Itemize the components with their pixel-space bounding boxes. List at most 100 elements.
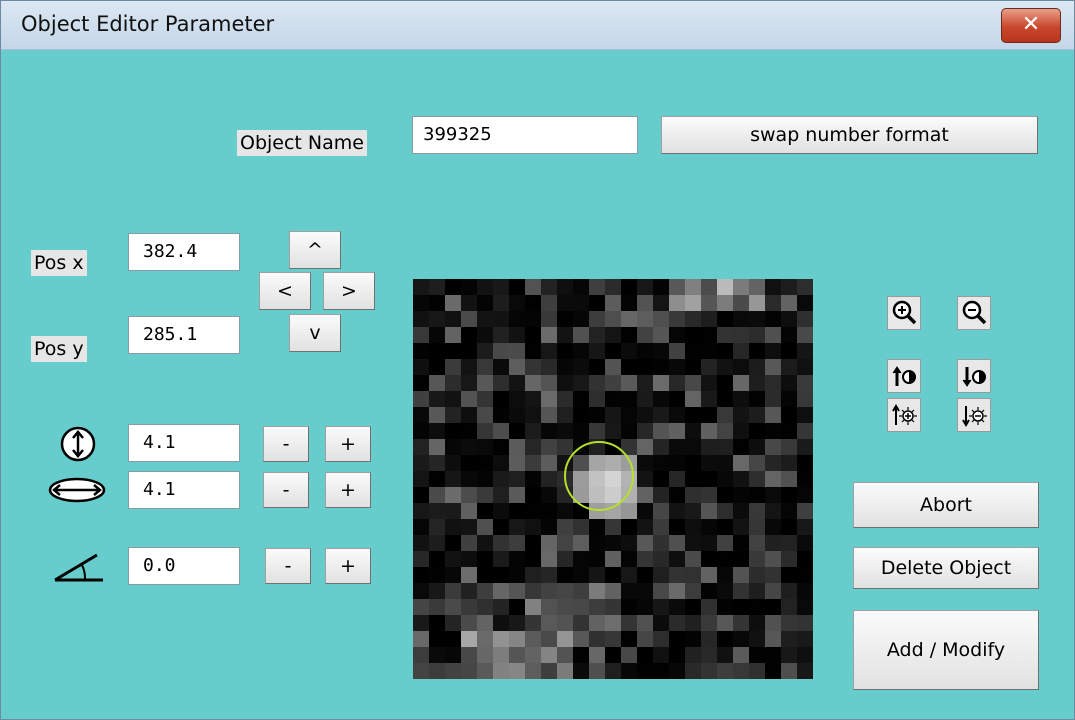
swap-number-format-button[interactable]: swap number format	[661, 116, 1038, 154]
image-pixel	[413, 359, 429, 375]
image-pixel	[509, 663, 525, 679]
image-pixel	[413, 519, 429, 535]
image-pixel	[477, 535, 493, 551]
image-pixel	[541, 359, 557, 375]
image-pixel	[701, 407, 717, 423]
add-modify-button[interactable]: Add / Modify	[853, 610, 1039, 690]
image-pixel	[717, 599, 733, 615]
move-down-button[interactable]: v	[289, 314, 341, 352]
image-pixel	[749, 615, 765, 631]
image-pixel	[541, 519, 557, 535]
image-pixel	[589, 311, 605, 327]
image-pixel	[509, 327, 525, 343]
move-left-button[interactable]: <	[259, 272, 311, 310]
close-icon[interactable]: ✕	[1022, 12, 1040, 37]
image-pixel	[525, 295, 541, 311]
brightness-up-button[interactable]	[887, 359, 921, 393]
image-pixel	[749, 631, 765, 647]
image-pixel	[525, 471, 541, 487]
image-pixel	[717, 519, 733, 535]
image-pixel	[685, 647, 701, 663]
image-pixel	[589, 535, 605, 551]
image-pixel	[701, 663, 717, 679]
image-pixel	[429, 359, 445, 375]
image-pixel	[669, 407, 685, 423]
image-pixel	[557, 423, 573, 439]
image-pixel	[461, 423, 477, 439]
width-input[interactable]: 4.1	[128, 471, 240, 509]
zoom-in-button[interactable]	[887, 296, 921, 330]
height-minus-button[interactable]: -	[263, 426, 309, 462]
image-pixel	[637, 615, 653, 631]
zoom-out-button[interactable]	[957, 296, 991, 330]
image-pixel	[781, 455, 797, 471]
image-pixel	[509, 407, 525, 423]
angle-minus-button[interactable]: -	[265, 548, 311, 584]
angle-plus-button[interactable]: +	[325, 548, 371, 584]
width-plus-button[interactable]: +	[325, 472, 371, 508]
pos-y-input[interactable]: 285.1	[128, 316, 240, 354]
image-pixel	[445, 423, 461, 439]
image-pixel	[589, 567, 605, 583]
brightness-down-button[interactable]	[957, 359, 991, 393]
move-up-button[interactable]: ^	[289, 231, 341, 269]
image-pixel	[445, 551, 461, 567]
image-pixel	[797, 375, 813, 391]
image-pixel	[589, 279, 605, 295]
image-pixel	[477, 583, 493, 599]
contrast-up-button[interactable]	[887, 398, 921, 432]
image-pixel	[733, 311, 749, 327]
image-pixel	[573, 327, 589, 343]
height-plus-button[interactable]: +	[325, 426, 371, 462]
image-pixel	[781, 599, 797, 615]
image-pixel	[429, 391, 445, 407]
pos-x-input[interactable]: 382.4	[128, 233, 240, 271]
image-pixel	[653, 471, 669, 487]
image-pixel	[461, 535, 477, 551]
image-pixel	[493, 375, 509, 391]
abort-button[interactable]: Abort	[853, 482, 1039, 528]
image-pixel	[461, 391, 477, 407]
width-minus-button[interactable]: -	[263, 472, 309, 508]
height-input[interactable]: 4.1	[128, 424, 240, 462]
image-pixel	[669, 599, 685, 615]
image-pixel	[589, 471, 605, 487]
image-pixel	[701, 279, 717, 295]
image-pixel	[493, 647, 509, 663]
image-pixel	[477, 375, 493, 391]
image-pixel	[589, 583, 605, 599]
image-pixel	[461, 519, 477, 535]
image-pixel	[637, 663, 653, 679]
image-pixel	[461, 295, 477, 311]
image-pixel	[621, 343, 637, 359]
image-pixel	[413, 615, 429, 631]
image-pixel	[733, 583, 749, 599]
image-pixel	[461, 439, 477, 455]
delete-object-button[interactable]: Delete Object	[853, 547, 1039, 589]
move-right-button[interactable]: >	[323, 272, 375, 310]
image-pixel	[733, 327, 749, 343]
image-pixel	[477, 599, 493, 615]
image-pixel	[701, 567, 717, 583]
image-pixel	[413, 295, 429, 311]
image-pixel	[621, 567, 637, 583]
object-name-input[interactable]: 399325	[412, 116, 638, 154]
image-pixel	[637, 311, 653, 327]
image-pixel	[493, 551, 509, 567]
image-pixel	[557, 567, 573, 583]
image-pixel	[413, 599, 429, 615]
image-pixel	[701, 615, 717, 631]
object-image-preview[interactable]	[413, 279, 813, 679]
image-pixel	[461, 583, 477, 599]
image-pixel	[797, 327, 813, 343]
image-pixel	[765, 375, 781, 391]
image-pixel	[509, 359, 525, 375]
close-button[interactable]: ✕	[1001, 8, 1061, 43]
image-pixel	[637, 391, 653, 407]
image-pixel	[685, 487, 701, 503]
contrast-down-button[interactable]	[957, 398, 991, 432]
image-pixel	[445, 519, 461, 535]
angle-input[interactable]: 0.0	[128, 547, 240, 585]
image-pixel	[541, 663, 557, 679]
image-pixel	[653, 519, 669, 535]
